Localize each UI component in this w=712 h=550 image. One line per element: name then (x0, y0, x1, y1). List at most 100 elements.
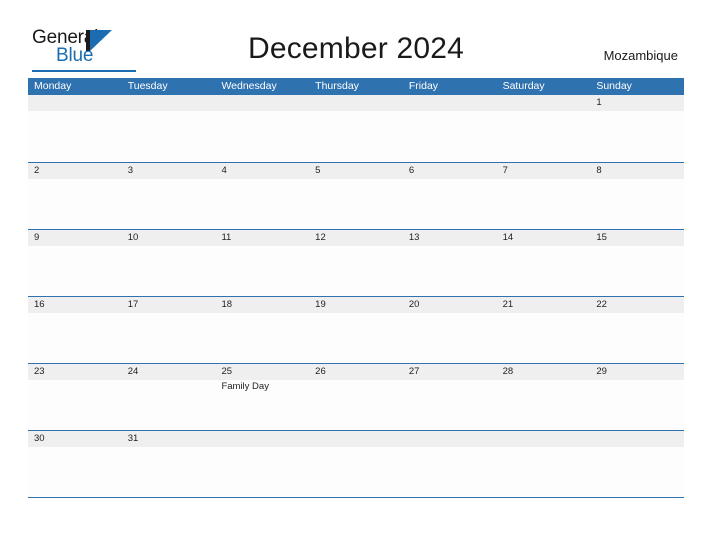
day-number[interactable]: 1 (590, 95, 684, 111)
region-label: Mozambique (603, 48, 678, 63)
weekday-header-monday: Monday (34, 80, 72, 92)
day-number[interactable]: 26 (309, 364, 403, 380)
day-number[interactable]: 27 (403, 364, 497, 380)
weekday-header-row: Monday Tuesday Wednesday Thursday Friday Satu… (28, 78, 684, 95)
week-day-numbers: 1 (28, 95, 684, 111)
calendar-page: General Blue December 2024 Mozambique Mo… (0, 0, 712, 550)
page-header: General Blue December 2024 Mozambique (0, 0, 712, 78)
day-number[interactable]: 17 (122, 297, 216, 313)
week-events (28, 447, 684, 497)
week-events: Family Day (28, 380, 684, 430)
calendar-bottom-border (28, 497, 684, 498)
weekday-header-wednesday: Wednesday (221, 80, 277, 92)
day-events-cell (309, 246, 403, 296)
day-events-cell (215, 447, 309, 497)
day-number[interactable]: 31 (122, 431, 216, 447)
day-number[interactable]: 15 (590, 230, 684, 246)
day-number[interactable]: 13 (403, 230, 497, 246)
day-events-cell (28, 447, 122, 497)
day-number (215, 431, 309, 447)
day-events-cell (28, 380, 122, 430)
day-events-cell (122, 380, 216, 430)
day-number[interactable]: 25 (215, 364, 309, 380)
day-number[interactable]: 24 (122, 364, 216, 380)
day-events-cell (403, 380, 497, 430)
day-number[interactable]: 10 (122, 230, 216, 246)
day-number[interactable]: 8 (590, 163, 684, 179)
day-number (122, 95, 216, 111)
day-events-cell (590, 447, 684, 497)
calendar-grid: Monday Tuesday Wednesday Thursday Friday Satu… (28, 78, 684, 498)
weekday-header-thursday: Thursday (315, 80, 359, 92)
day-events-cell (122, 179, 216, 229)
day-number[interactable]: 20 (403, 297, 497, 313)
day-events-cell (403, 313, 497, 363)
week-row: 16 17 18 19 20 21 22 (28, 296, 684, 363)
day-number[interactable]: 12 (309, 230, 403, 246)
week-day-numbers: 23 24 25 26 27 28 29 (28, 364, 684, 380)
day-events-cell[interactable]: Family Day (215, 380, 309, 430)
day-number[interactable]: 28 (497, 364, 591, 380)
day-number[interactable]: 6 (403, 163, 497, 179)
day-number[interactable]: 5 (309, 163, 403, 179)
day-number[interactable]: 3 (122, 163, 216, 179)
week-row: 1 (28, 95, 684, 162)
day-events-cell (497, 447, 591, 497)
day-number[interactable]: 19 (309, 297, 403, 313)
week-events (28, 179, 684, 229)
event-label: Family Day (221, 381, 269, 392)
day-events-cell (497, 179, 591, 229)
day-number[interactable]: 22 (590, 297, 684, 313)
day-number (309, 431, 403, 447)
logo-underline (32, 70, 136, 72)
day-number[interactable]: 16 (28, 297, 122, 313)
day-events-cell (403, 246, 497, 296)
day-number[interactable]: 14 (497, 230, 591, 246)
day-events-cell (590, 313, 684, 363)
week-events (28, 313, 684, 363)
week-day-numbers: 9 10 11 12 13 14 15 (28, 230, 684, 246)
day-events-cell (215, 111, 309, 161)
day-events-cell (590, 179, 684, 229)
week-row: 9 10 11 12 13 14 15 (28, 229, 684, 296)
day-events-cell (403, 447, 497, 497)
day-number (590, 431, 684, 447)
day-number[interactable]: 30 (28, 431, 122, 447)
week-row: 30 31 (28, 430, 684, 497)
day-number[interactable]: 29 (590, 364, 684, 380)
day-number[interactable]: 9 (28, 230, 122, 246)
week-events (28, 246, 684, 296)
weekday-header-saturday: Saturday (502, 80, 545, 92)
weekday-header-tuesday: Tuesday (127, 80, 168, 92)
week-row: 23 24 25 26 27 28 29 Family Day (28, 363, 684, 430)
day-events-cell (215, 313, 309, 363)
week-events (28, 111, 684, 161)
day-events-cell (28, 246, 122, 296)
week-day-numbers: 30 31 (28, 431, 684, 447)
day-number[interactable]: 23 (28, 364, 122, 380)
day-events-cell (122, 246, 216, 296)
day-number (403, 431, 497, 447)
day-events-cell (590, 380, 684, 430)
day-number[interactable]: 4 (215, 163, 309, 179)
day-events-cell (28, 313, 122, 363)
calendar-weeks: 1 2 3 4 5 6 7 8 9 10 11 12 13 14 15 16 17 18 19 20 21 22 23 24 2… (28, 95, 684, 497)
day-events-cell (122, 447, 216, 497)
day-events-cell (497, 313, 591, 363)
day-number[interactable]: 2 (28, 163, 122, 179)
day-number (215, 95, 309, 111)
week-day-numbers: 16 17 18 19 20 21 22 (28, 297, 684, 313)
day-events-cell (309, 111, 403, 161)
day-events-cell (122, 111, 216, 161)
day-events-cell (497, 246, 591, 296)
day-number (497, 431, 591, 447)
day-events-cell (215, 246, 309, 296)
day-number[interactable]: 21 (497, 297, 591, 313)
day-number[interactable]: 7 (497, 163, 591, 179)
day-number (28, 95, 122, 111)
day-number (497, 95, 591, 111)
day-number[interactable]: 11 (215, 230, 309, 246)
day-events-cell (28, 179, 122, 229)
day-events-cell (497, 111, 591, 161)
day-number[interactable]: 18 (215, 297, 309, 313)
